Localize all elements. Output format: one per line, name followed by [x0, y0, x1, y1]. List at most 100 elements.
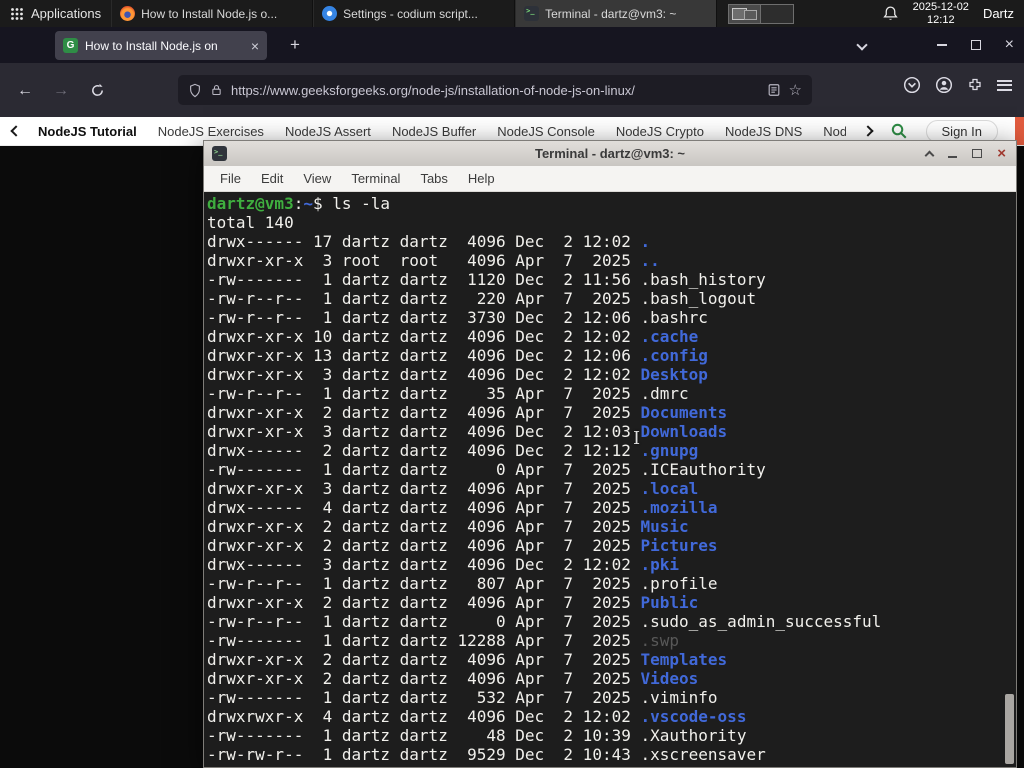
panel-username[interactable]: Dartz: [983, 6, 1014, 21]
browser-tab-bar: G How to Install Node.js on × + ×: [0, 27, 1024, 63]
tab-title: How to Install Node.js on: [85, 38, 218, 53]
extensions-puzzle-icon[interactable]: [967, 77, 983, 93]
terminal-minimize-button[interactable]: [948, 155, 958, 158]
terminal-titlebar[interactable]: Terminal - dartz@vm3: ~ ×: [204, 141, 1016, 166]
list-all-tabs-icon[interactable]: [856, 39, 868, 51]
site-nav-item-nodejs-exercises[interactable]: NodeJS Exercises: [158, 124, 264, 139]
menu-hamburger-icon[interactable]: [997, 79, 1012, 91]
panel-clock[interactable]: 2025-12-02 12:12: [913, 1, 969, 26]
terminal-menubar: File Edit View Terminal Tabs Help: [204, 166, 1016, 192]
applications-label: Applications: [31, 6, 102, 21]
terminal-listing-line: drwx------ 4 dartz dartz 4096 Apr 7 2025…: [207, 498, 718, 517]
site-nav-item-nodejs-assert[interactable]: NodeJS Assert: [285, 124, 371, 139]
new-tab-button[interactable]: +: [282, 33, 308, 58]
site-nav-item-nodejs-crypto[interactable]: NodeJS Crypto: [616, 124, 704, 139]
window-buttons: How to Install Node.js o... Settings - co…: [111, 0, 718, 27]
site-search-icon[interactable]: [890, 122, 908, 140]
terminal-menu-help[interactable]: Help: [458, 166, 505, 192]
terminal-listing-line: drwxr-xr-x 2 dartz dartz 4096 Apr 7 2025…: [207, 593, 699, 612]
terminal-listing-line: drwxr-xr-x 10 dartz dartz 4096 Dec 2 12:…: [207, 327, 699, 346]
terminal-listing-line: drwxrwxr-x 4 dartz dartz 4096 Dec 2 12:0…: [207, 707, 747, 726]
browser-toolbar: ← → https://www.geeksforgeeks.org/node-j…: [0, 63, 1024, 117]
terminal-menu-terminal[interactable]: Terminal: [341, 166, 410, 192]
url-bar[interactable]: https://www.geeksforgeeks.org/node-js/in…: [178, 75, 812, 105]
site-nav-item-nodejs-console[interactable]: NodeJS Console: [497, 124, 595, 139]
terminal-screen[interactable]: dartz@vm3:~$ ls -la total 140 drwx------ 1…: [204, 192, 1016, 767]
browser-maximize-button[interactable]: [970, 40, 981, 50]
browser-window-controls: ×: [936, 27, 1014, 63]
applications-menu-button[interactable]: Applications: [0, 0, 111, 27]
terminal-listing-line: drwx------ 17 dartz dartz 4096 Dec 2 12:…: [207, 232, 651, 251]
panel-window-button-terminal[interactable]: Terminal - dartz@vm3: ~: [515, 0, 718, 27]
terminal-listing-line: drwxr-xr-x 13 dartz dartz 4096 Dec 2 12:…: [207, 346, 708, 365]
tab-close-icon[interactable]: ×: [251, 39, 259, 53]
mouse-text-cursor: I: [633, 428, 641, 449]
terminal-menu-file[interactable]: File: [210, 166, 251, 192]
site-nav-item-nodejs-tutorial[interactable]: NodeJS Tutorial: [38, 124, 137, 139]
shield-icon[interactable]: [188, 83, 202, 98]
terminal-listing-line: drwxr-xr-x 2 dartz dartz 4096 Apr 7 2025…: [207, 403, 728, 422]
panel-window-title: How to Install Node.js o...: [141, 6, 278, 21]
browser-tab[interactable]: G How to Install Node.js on ×: [55, 31, 267, 60]
terminal-menu-edit[interactable]: Edit: [251, 166, 293, 192]
site-nav-item-node[interactable]: Node: [823, 124, 845, 139]
terminal-listing-line: drwx------ 3 dartz dartz 4096 Dec 2 12:0…: [207, 555, 680, 574]
panel-window-button-settings[interactable]: Settings - codium script...: [313, 0, 516, 27]
panel-date: 2025-12-02: [912, 0, 969, 13]
terminal-listing-line: -rw------- 1 dartz dartz 12288 Apr 7 202…: [207, 631, 680, 650]
back-button[interactable]: ←: [12, 78, 38, 104]
terminal-listing-line: -rw------- 1 dartz dartz 48 Dec 2 10:39 …: [207, 726, 747, 745]
terminal-scrollbar[interactable]: [1003, 192, 1016, 767]
forward-button[interactable]: →: [48, 78, 74, 104]
terminal-listing-line: -rw-r--r-- 1 dartz dartz 220 Apr 7 2025 …: [207, 289, 757, 308]
nav-scroll-right-icon[interactable]: [861, 125, 874, 137]
reload-icon: [91, 83, 103, 96]
reader-mode-icon[interactable]: [767, 83, 781, 97]
workspace-1[interactable]: [728, 4, 761, 23]
url-text: https://www.geeksforgeeks.org/node-js/in…: [231, 82, 635, 98]
terminal-listing-line: -rw-r--r-- 1 dartz dartz 807 Apr 7 2025 …: [207, 574, 718, 593]
terminal-output: dartz@vm3:~$ ls -la total 140 drwx------ 1…: [207, 194, 1016, 764]
terminal-menu-tabs[interactable]: Tabs: [410, 166, 457, 192]
workspace-2[interactable]: [760, 4, 793, 23]
notification-bell-icon[interactable]: [882, 5, 899, 22]
nav-scroll-left-icon[interactable]: [10, 125, 22, 137]
geeksforgeeks-favicon-icon: G: [63, 38, 78, 53]
browser-close-button[interactable]: ×: [1005, 37, 1014, 53]
terminal-listing-line: drwxr-xr-x 3 dartz dartz 4096 Dec 2 12:0…: [207, 365, 708, 384]
reload-button[interactable]: [84, 78, 110, 104]
terminal-app-icon: [212, 146, 227, 161]
terminal-title: Terminal - dartz@vm3: ~: [534, 146, 686, 161]
terminal-listing-line: drwxr-xr-x 3 dartz dartz 4096 Dec 2 12:0…: [207, 422, 728, 441]
bookmark-star-icon[interactable]: ☆: [789, 81, 802, 99]
terminal-listing-line: -rw-r--r-- 1 dartz dartz 35 Apr 7 2025 .…: [207, 384, 689, 403]
site-nav-item-nodejs-buffer[interactable]: NodeJS Buffer: [392, 124, 476, 139]
pocket-icon[interactable]: [903, 76, 921, 94]
terminal-listing-line: -rw------- 1 dartz dartz 1120 Dec 2 11:5…: [207, 270, 766, 289]
terminal-shade-button[interactable]: [924, 150, 935, 161]
firefox-icon: [120, 6, 136, 21]
panel-window-title: Terminal - dartz@vm3: ~: [545, 6, 677, 21]
panel-window-title: Settings - codium script...: [343, 6, 478, 21]
terminal-listing-line: -rw-r--r-- 1 dartz dartz 3730 Dec 2 12:0…: [207, 308, 708, 327]
browser-minimize-button[interactable]: [936, 44, 947, 46]
site-nav-item-nodejs-dns[interactable]: NodeJS DNS: [725, 124, 802, 139]
terminal-listing-line: drwxr-xr-x 3 dartz dartz 4096 Apr 7 2025…: [207, 479, 699, 498]
terminal-prompt-line: dartz@vm3:~$ ls -la: [207, 194, 391, 213]
terminal-maximize-button[interactable]: [972, 149, 983, 158]
terminal-close-button[interactable]: ×: [997, 146, 1006, 161]
account-icon[interactable]: [935, 76, 953, 94]
terminal-listing-line: drwxr-xr-x 2 dartz dartz 4096 Apr 7 2025…: [207, 517, 689, 536]
terminal-scrollbar-thumb[interactable]: [1005, 694, 1014, 764]
terminal-menu-view[interactable]: View: [293, 166, 341, 192]
lock-icon[interactable]: [210, 83, 223, 97]
terminal-listing-line: -rw------- 1 dartz dartz 0 Apr 7 2025 .I…: [207, 460, 766, 479]
terminal-listing-line: -rw-rw-r-- 1 dartz dartz 9529 Dec 2 10:4…: [207, 745, 766, 764]
terminal-listing-line: drwxr-xr-x 2 dartz dartz 4096 Apr 7 2025…: [207, 669, 699, 688]
terminal-listing-line: drwx------ 2 dartz dartz 4096 Dec 2 12:1…: [207, 441, 699, 460]
site-nav-items: NodeJS Tutorial NodeJS Exercises NodeJS As…: [38, 124, 846, 139]
terminal-total-line: total 140: [207, 213, 294, 232]
panel-time: 12:12: [927, 13, 955, 26]
panel-window-button-firefox[interactable]: How to Install Node.js o...: [111, 0, 314, 27]
top-panel: Applications How to Install Node.js o...…: [0, 0, 1024, 27]
